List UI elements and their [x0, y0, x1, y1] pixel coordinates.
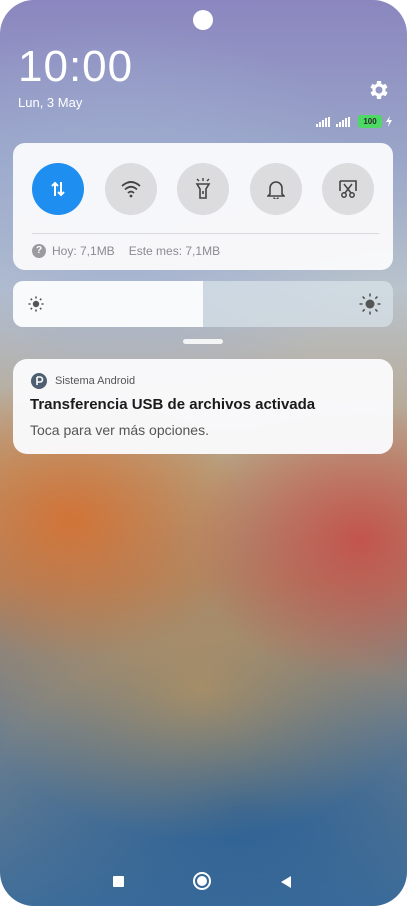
android-system-icon — [31, 373, 47, 389]
flashlight-toggle[interactable] — [177, 163, 229, 215]
date: Lun, 3 May — [18, 95, 83, 110]
screenshot-toggle[interactable] — [322, 163, 374, 215]
notification-body: Toca para ver más opciones. — [30, 422, 209, 438]
usage-month: Este mes: 7,1MB — [128, 244, 221, 258]
notification-app-name: Sistema Android — [55, 375, 136, 387]
quick-toggles — [32, 163, 374, 215]
home-button[interactable] — [193, 872, 211, 890]
help-icon: ? — [32, 244, 46, 258]
phone-screen: 10:00 Lun, 3 May 100 ? Hoy: 7,1MB Este m… — [0, 0, 407, 906]
bell-icon — [266, 181, 285, 199]
battery-icon: 100 — [358, 115, 382, 128]
signal-icon — [316, 116, 330, 127]
notification-card[interactable]: Sistema Android Transferencia USB de arc… — [13, 359, 393, 454]
recents-button[interactable] — [113, 876, 124, 887]
clock: 10:00 — [18, 42, 134, 91]
data-usage: ? Hoy: 7,1MB Este mes: 7,1MB — [32, 244, 220, 258]
usage-today: Hoy: 7,1MB — [52, 244, 115, 258]
brightness-low-icon — [28, 296, 44, 312]
brightness-slider[interactable] — [13, 281, 393, 327]
panel-drag-handle[interactable] — [183, 339, 223, 344]
flashlight-icon — [195, 178, 211, 199]
sound-toggle[interactable] — [249, 163, 302, 215]
scissors-screenshot-icon — [339, 180, 357, 198]
wifi-icon — [120, 181, 141, 198]
notification-title: Transferencia USB de archivos activada — [30, 396, 316, 413]
data-transfer-icon — [51, 181, 65, 197]
front-camera — [193, 10, 213, 30]
settings-gear-icon[interactable] — [366, 78, 390, 102]
quick-settings-panel: ? Hoy: 7,1MB Este mes: 7,1MB — [13, 143, 393, 270]
signal-icon — [336, 116, 350, 127]
status-bar-icons: 100 — [316, 115, 392, 128]
wifi-toggle[interactable] — [104, 163, 157, 215]
navigation-bar — [0, 866, 407, 896]
brightness-high-icon — [359, 293, 381, 315]
notification-app: Sistema Android — [31, 373, 135, 389]
mobile-data-toggle[interactable] — [32, 163, 84, 215]
divider — [32, 233, 379, 234]
back-button[interactable] — [281, 876, 291, 888]
charging-bolt-icon — [386, 116, 392, 127]
